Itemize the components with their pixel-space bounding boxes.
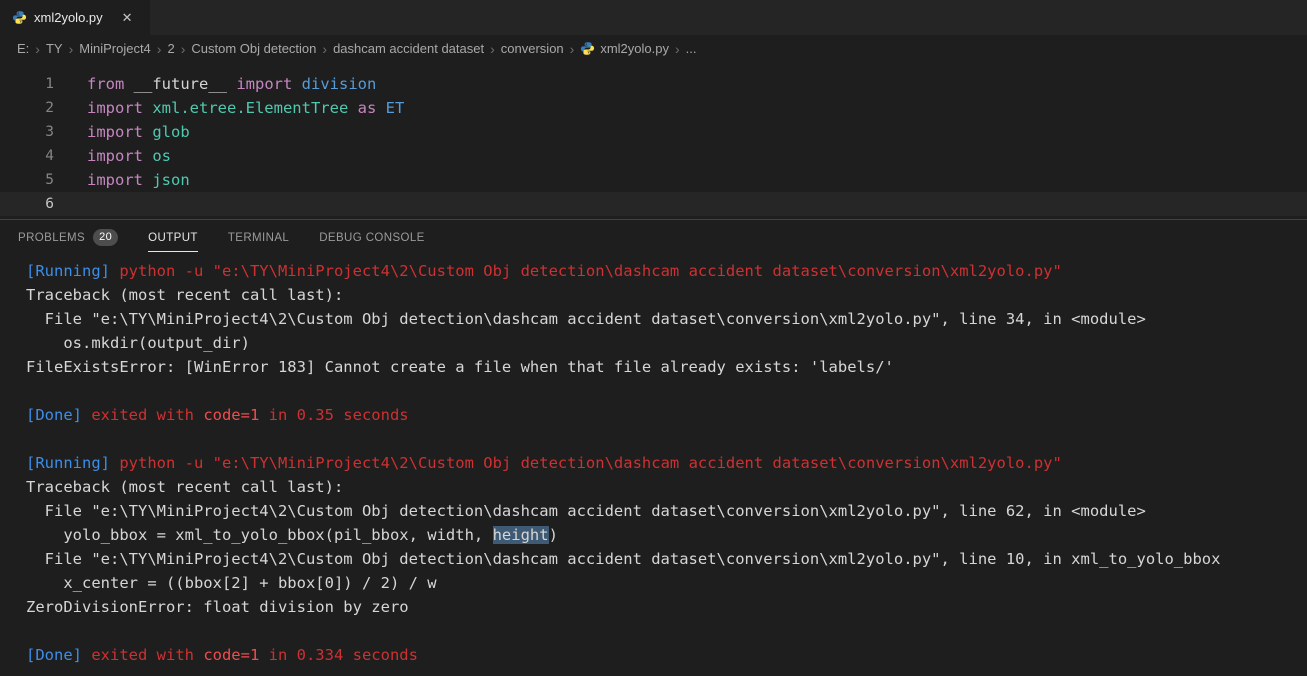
breadcrumb: E: › TY › MiniProject4 › 2 › Custom Obj detectio… xyxy=(0,35,1307,62)
code-line-content: import os xyxy=(87,147,171,165)
panel-tab-label: TERMINAL xyxy=(227,232,290,244)
code-line-content: import json xyxy=(87,171,190,189)
code-line[interactable]: 4 import os xyxy=(0,144,1307,168)
python-file-icon xyxy=(12,10,27,25)
close-icon[interactable]: ✕ xyxy=(122,10,133,26)
output-line: [Running] python -u "e:\TY\MiniProject4\… xyxy=(26,454,1062,472)
code-line-content: import xml.etree.ElementTree as ET xyxy=(87,99,405,117)
output-line: Traceback (most recent call last): xyxy=(26,286,344,304)
output-content[interactable]: [Running] python -u "e:\TY\MiniProject4\… xyxy=(0,254,1307,666)
breadcrumb-separator: › xyxy=(180,40,186,57)
output-line: [Running] python -u "e:\TY\MiniProject4\… xyxy=(26,262,1062,280)
breadcrumb-item[interactable]: xml2yolo.py xyxy=(580,41,669,56)
output-line: ZeroDivisionError: float division by zer… xyxy=(26,598,409,616)
breadcrumb-item[interactable]: TY xyxy=(46,41,63,56)
breadcrumb-separator: › xyxy=(68,40,74,57)
breadcrumb-separator: › xyxy=(35,40,40,57)
panel-tabs: PROBLEMS 20 OUTPUT TERMINAL DEBUG CONSOLE xyxy=(0,220,1307,254)
code-line-content: import glob xyxy=(87,123,190,141)
output-line: File "e:\TY\MiniProject4\2\Custom Obj de… xyxy=(26,310,1146,328)
line-number: 4 xyxy=(45,148,54,164)
panel-tab-output[interactable]: OUTPUT xyxy=(148,220,198,254)
code-line[interactable]: 5 import json xyxy=(0,168,1307,192)
panel-tab-terminal[interactable]: TERMINAL xyxy=(228,220,289,254)
breadcrumb-separator: › xyxy=(156,40,162,57)
breadcrumb-item[interactable]: E: xyxy=(17,41,29,56)
tab-xml2yolo[interactable]: xml2yolo.py ✕ xyxy=(0,0,150,35)
breadcrumb-item-label: conversion xyxy=(500,41,564,56)
breadcrumb-separator: › xyxy=(569,40,575,57)
breadcrumb-item[interactable]: ... xyxy=(686,41,697,56)
output-line: os.mkdir(output_dir) xyxy=(26,334,250,352)
breadcrumb-item[interactable]: MiniProject4 xyxy=(79,41,151,56)
breadcrumb-item[interactable]: conversion xyxy=(501,41,564,56)
output-line: x_center = ((bbox[2] + bbox[0]) / 2) / w xyxy=(26,574,437,592)
breadcrumb-item-label: 2 xyxy=(167,41,175,56)
breadcrumb-item-label: ... xyxy=(685,41,697,56)
breadcrumb-item-label: dashcam accident dataset xyxy=(333,41,485,56)
breadcrumb-item[interactable]: dashcam accident dataset xyxy=(333,41,484,56)
output-line: [Done] exited with code=1 in 0.35 second… xyxy=(26,406,409,424)
code-line[interactable]: 6 xyxy=(0,192,1307,216)
problems-count-badge: 20 xyxy=(93,228,119,246)
line-number: 6 xyxy=(45,196,54,212)
python-file-icon xyxy=(580,41,595,56)
panel-tab-label: PROBLEMS xyxy=(18,232,86,244)
tab-label: xml2yolo.py xyxy=(34,10,103,25)
breadcrumb-item[interactable]: Custom Obj detection xyxy=(191,41,316,56)
breadcrumb-item-label: MiniProject4 xyxy=(79,41,151,56)
bottom-panel: PROBLEMS 20 OUTPUT TERMINAL DEBUG CONSOLE [R… xyxy=(0,219,1307,666)
panel-tab-debug-console[interactable]: DEBUG CONSOLE xyxy=(319,220,425,254)
breadcrumb-item-label: Custom Obj detection xyxy=(191,41,317,56)
output-line: File "e:\TY\MiniProject4\2\Custom Obj de… xyxy=(26,502,1146,520)
output-line: FileExistsError: [WinError 183] Cannot c… xyxy=(26,358,894,376)
output-line: yolo_bbox = xml_to_yolo_bbox(pil_bbox, w… xyxy=(26,526,558,544)
code-line[interactable]: 3 import glob xyxy=(0,120,1307,144)
editor-code[interactable]: 1 from __future__ import division 2 import … xyxy=(0,62,1307,219)
code-line[interactable]: 1 from __future__ import division xyxy=(0,72,1307,96)
code-line-content: from __future__ import division xyxy=(87,75,377,93)
output-line: [Done] exited with code=1 in 0.334 secon… xyxy=(26,646,418,664)
code-line[interactable]: 2 import xml.etree.ElementTree as ET xyxy=(0,96,1307,120)
breadcrumb-separator: › xyxy=(322,40,328,57)
line-number: 2 xyxy=(45,100,54,116)
panel-tab-label: OUTPUT xyxy=(148,222,198,252)
line-number: 1 xyxy=(45,76,54,92)
tab-bar: xml2yolo.py ✕ xyxy=(0,0,1307,35)
breadcrumb-item-label: E: xyxy=(17,41,30,56)
panel-tab-label: DEBUG CONSOLE xyxy=(319,232,425,244)
breadcrumb-item-label: xml2yolo.py xyxy=(600,41,669,56)
breadcrumb-item-label: TY xyxy=(45,41,63,56)
breadcrumb-separator: › xyxy=(490,40,495,57)
line-number: 5 xyxy=(45,172,54,188)
output-line: Traceback (most recent call last): xyxy=(26,478,344,496)
panel-tab-problems[interactable]: PROBLEMS 20 xyxy=(18,220,119,254)
output-line: File "e:\TY\MiniProject4\2\Custom Obj de… xyxy=(26,550,1221,568)
line-number: 3 xyxy=(45,124,54,140)
breadcrumb-item[interactable]: 2 xyxy=(167,41,174,56)
breadcrumb-separator: › xyxy=(674,40,680,57)
